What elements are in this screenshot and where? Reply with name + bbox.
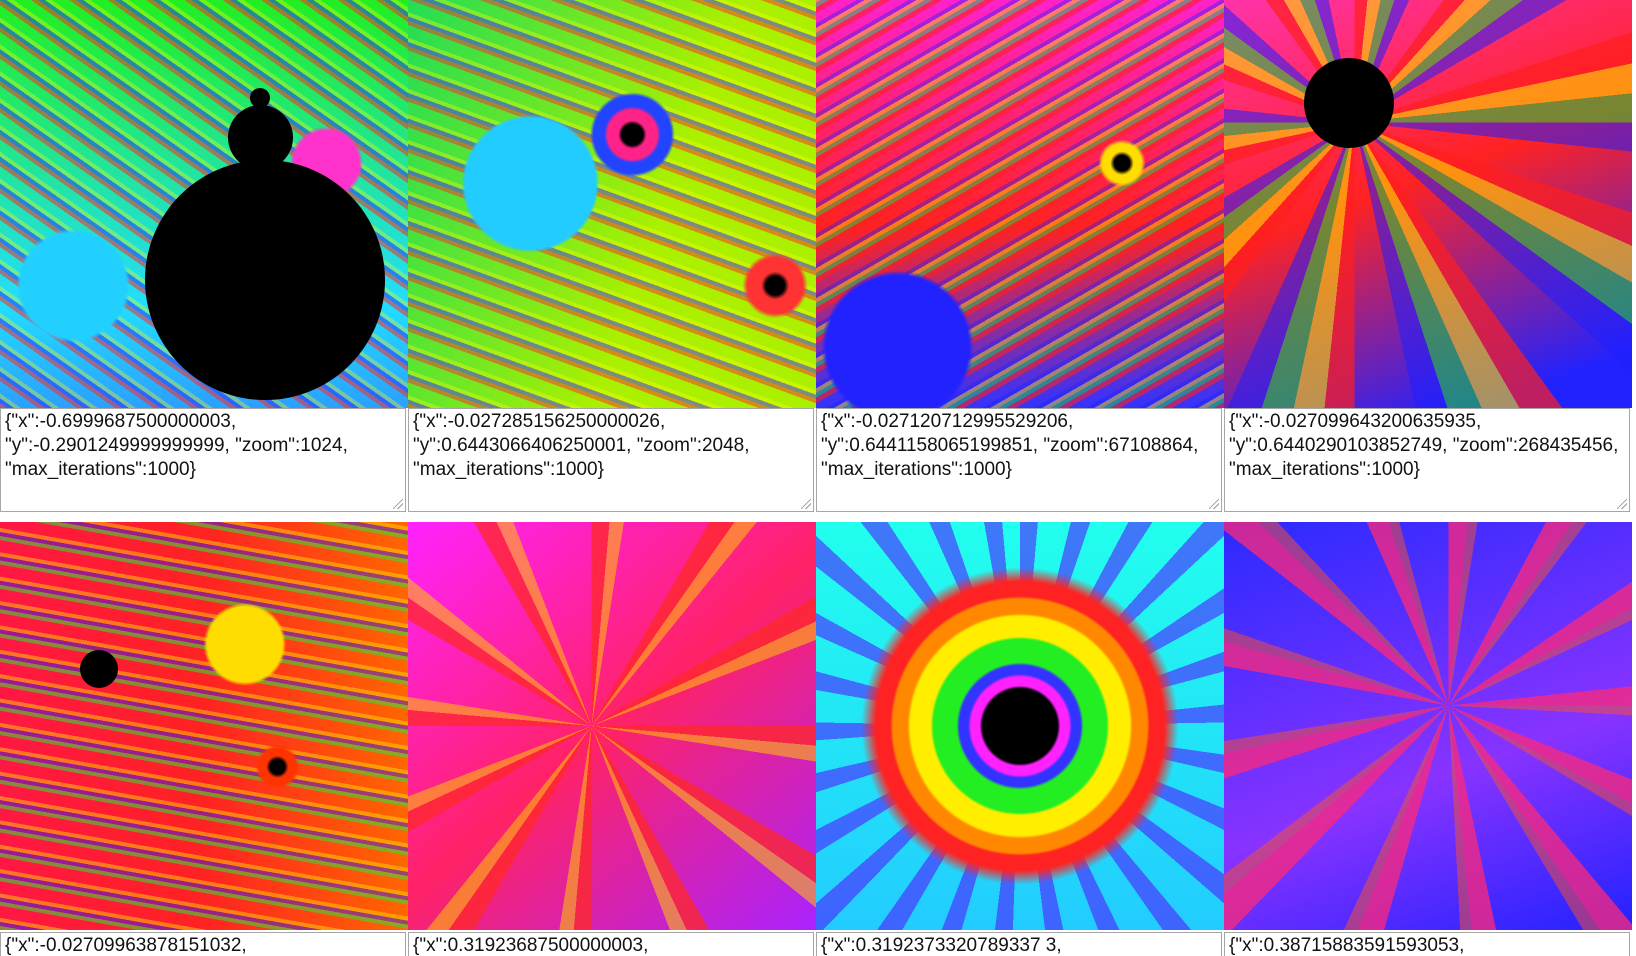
fractal-tile-1: {"x":-0.6999687500000003, "y":-0.2901249… (0, 0, 408, 512)
coords-text-3: {"x":-0.027120712995529206, "y":0.644115… (821, 411, 1199, 480)
coords-textarea-1[interactable]: {"x":-0.6999687500000003, "y":-0.2901249… (0, 408, 406, 512)
fractal-tile-4: {"x":-0.027099643200635935, "y":0.644029… (1224, 0, 1632, 512)
coords-textarea-7[interactable]: {"x":0.3192373320789337 3, (816, 932, 1222, 956)
fractal-tile-5: {"x":-0.02709963878151032, (0, 522, 408, 956)
coords-textarea-5[interactable]: {"x":-0.02709963878151032, (0, 932, 406, 956)
coords-textarea-8[interactable]: {"x":0.38715883591593053, (1224, 932, 1630, 956)
coords-text-7: {"x":0.3192373320789337 3, (821, 935, 1062, 956)
coords-textarea-3[interactable]: {"x":-0.027120712995529206, "y":0.644115… (816, 408, 1222, 512)
fractal-tile-6: {"x":0.31923687500000003, (408, 522, 816, 956)
mandelbrot-render-4 (1224, 0, 1632, 408)
resize-handle-icon[interactable] (1617, 499, 1627, 509)
fractal-tile-2: {"x":-0.027285156250000026, "y":0.644306… (408, 0, 816, 512)
coords-text-8: {"x":0.38715883591593053, (1229, 935, 1465, 956)
resize-handle-icon[interactable] (1209, 499, 1219, 509)
coords-text-4: {"x":-0.027099643200635935, "y":0.644029… (1229, 411, 1619, 480)
fractal-tile-3: {"x":-0.027120712995529206, "y":0.644115… (816, 0, 1224, 512)
mandelbrot-render-3 (816, 0, 1224, 408)
mandelbrot-render-2 (408, 0, 816, 408)
mandelbrot-render-5 (0, 522, 408, 930)
coords-textarea-4[interactable]: {"x":-0.027099643200635935, "y":0.644029… (1224, 408, 1630, 512)
resize-handle-icon[interactable] (801, 499, 811, 509)
resize-handle-icon[interactable] (393, 499, 403, 509)
fractal-tile-7: {"x":0.3192373320789337 3, (816, 522, 1224, 956)
coords-text-1: {"x":-0.6999687500000003, "y":-0.2901249… (5, 411, 348, 480)
coords-textarea-2[interactable]: {"x":-0.027285156250000026, "y":0.644306… (408, 408, 814, 512)
mandelbrot-render-6 (408, 522, 816, 930)
coords-text-2: {"x":-0.027285156250000026, "y":0.644306… (413, 411, 750, 480)
fractal-grid: {"x":-0.6999687500000003, "y":-0.2901249… (0, 0, 1636, 956)
mandelbrot-render-8 (1224, 522, 1632, 930)
coords-textarea-6[interactable]: {"x":0.31923687500000003, (408, 932, 814, 956)
mandelbrot-render-7 (816, 522, 1224, 930)
fractal-tile-8: {"x":0.38715883591593053, (1224, 522, 1632, 956)
coords-text-5: {"x":-0.02709963878151032, (5, 935, 247, 956)
coords-text-6: {"x":0.31923687500000003, (413, 935, 649, 956)
mandelbrot-render-1 (0, 0, 408, 408)
